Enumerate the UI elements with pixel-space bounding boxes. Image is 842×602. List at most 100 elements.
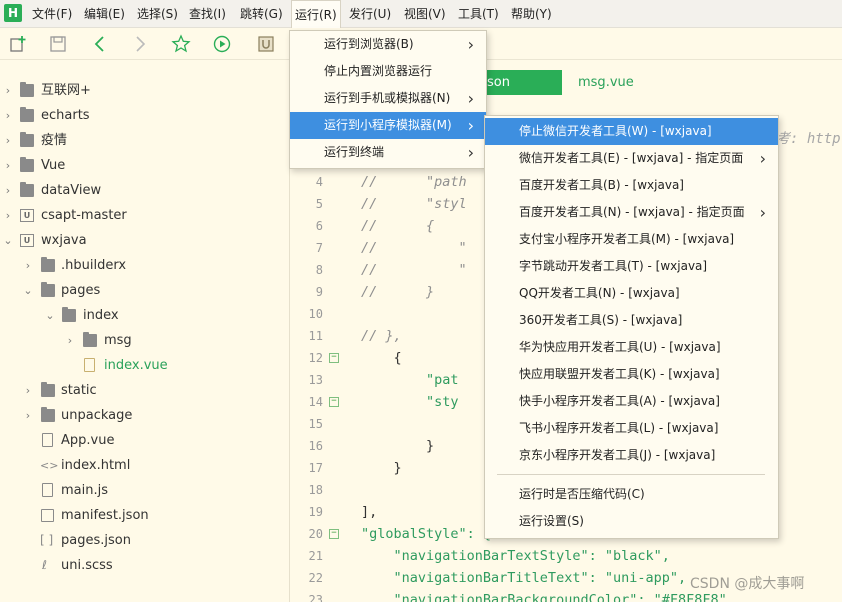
chevron-right-icon[interactable]: › <box>2 128 14 153</box>
chevron-right-icon[interactable]: › <box>2 203 14 228</box>
menu-select[interactable]: 选择(S) <box>137 0 178 28</box>
folder-icon <box>20 82 34 97</box>
back-icon[interactable] <box>90 34 110 54</box>
folder-open-icon <box>41 282 55 297</box>
vue-file-icon <box>42 433 53 447</box>
tree-item-msg[interactable]: › msg <box>0 328 289 353</box>
menu-help[interactable]: 帮助(Y) <box>511 0 552 28</box>
menu-tools[interactable]: 工具(T) <box>458 0 499 28</box>
tree-item-index-html[interactable]: <> index.html <box>0 453 289 478</box>
huawei-quickapp-devtools-item[interactable]: 华为快应用开发者工具(U) - [wxjava] <box>485 334 778 361</box>
tree-item-index-vue[interactable]: index.vue <box>0 353 289 378</box>
menu-edit[interactable]: 编辑(E) <box>84 0 125 28</box>
html-file-icon: <> <box>40 459 59 472</box>
tree-item-vue[interactable]: › Vue <box>0 153 289 178</box>
tree-item-index-folder[interactable]: ⌄ index <box>0 303 289 328</box>
menu-file[interactable]: 文件(F) <box>32 0 72 28</box>
tab-pages-json[interactable]: son <box>487 70 562 95</box>
run-settings-item[interactable]: 运行设置(S) <box>485 508 778 535</box>
bytedance-devtools-item[interactable]: 字节跳动开发者工具(T) - [wxjava] <box>485 253 778 280</box>
tree-item-dataview[interactable]: › dataView <box>0 178 289 203</box>
wechat-devtools-page-item[interactable]: 微信开发者工具(E) - [wxjava] - 指定页面 › <box>485 145 778 172</box>
run-to-phone-item[interactable]: 运行到手机或模拟器(N) › <box>290 85 486 112</box>
quickapp-alliance-devtools-item[interactable]: 快应用联盟开发者工具(K) - [wxjava] <box>485 361 778 388</box>
code-text: "navigationBarTitleText": "uni-app", <box>361 570 687 586</box>
tree-item-uni-scss[interactable]: ℓ uni.scss <box>0 553 289 578</box>
compress-code-item[interactable]: 运行时是否压缩代码(C) <box>485 481 778 508</box>
forward-icon[interactable] <box>130 34 150 54</box>
line-number: 10 <box>308 307 323 321</box>
new-file-icon[interactable] <box>8 34 28 54</box>
line-number: 4 <box>315 175 323 189</box>
stop-builtin-browser-item[interactable]: 停止内置浏览器运行 <box>290 58 486 85</box>
360-devtools-item[interactable]: 360开发者工具(S) - [wxjava] <box>485 307 778 334</box>
chevron-down-icon[interactable]: ⌄ <box>2 228 14 253</box>
chevron-right-icon[interactable]: › <box>2 103 14 128</box>
tree-item-pages-json[interactable]: [ ] pages.json <box>0 528 289 553</box>
code-text: "navigationBarTextStyle": "black", <box>361 548 670 564</box>
fold-toggle-icon[interactable]: − <box>329 353 339 363</box>
chevron-right-icon[interactable]: › <box>2 178 14 203</box>
stop-wechat-devtools-item[interactable]: 停止微信开发者工具(W) - [wxjava] <box>485 118 778 145</box>
folder-icon <box>20 132 34 147</box>
code-text: // " <box>361 262 467 278</box>
menu-run[interactable]: 运行(R) <box>291 0 341 29</box>
code-text: // } <box>361 284 435 300</box>
tree-item-csapt-master[interactable]: › U csapt-master <box>0 203 289 228</box>
menu-view[interactable]: 视图(V) <box>404 0 446 28</box>
uniapp-icon[interactable] <box>256 34 276 54</box>
kuaishou-devtools-item[interactable]: 快手小程序开发者工具(A) - [wxjava] <box>485 388 778 415</box>
fold-toggle-icon[interactable]: − <box>329 397 339 407</box>
code-text: "navigationBarBackgroundColor": "#F8F8F8… <box>361 592 727 602</box>
menu-publish[interactable]: 发行(U) <box>349 0 391 28</box>
code-line[interactable]: 21 "navigationBarTextStyle": "black", <box>291 545 842 567</box>
chevron-right-icon[interactable]: › <box>22 253 34 278</box>
tree-item-pages[interactable]: ⌄ pages <box>0 278 289 303</box>
menu-goto[interactable]: 跳转(G) <box>240 0 283 28</box>
tree-item-app-vue[interactable]: App.vue <box>0 428 289 453</box>
baidu-devtools-page-item[interactable]: 百度开发者工具(N) - [wxjava] - 指定页面 › <box>485 199 778 226</box>
run-to-browser-item[interactable]: 运行到浏览器(B) › <box>290 31 486 58</box>
folder-icon <box>41 407 55 422</box>
alipay-devtools-item[interactable]: 支付宝小程序开发者工具(M) - [wxjava] <box>485 226 778 253</box>
tree-item-manifest-json[interactable]: manifest.json <box>0 503 289 528</box>
chevron-down-icon[interactable]: ⌄ <box>22 278 34 303</box>
chevron-right-icon[interactable]: › <box>22 378 34 403</box>
tree-item-static[interactable]: › static <box>0 378 289 403</box>
app-logo-icon: H <box>4 4 22 22</box>
chevron-right-icon[interactable]: › <box>22 403 34 428</box>
line-number: 14 <box>308 395 323 409</box>
star-icon[interactable] <box>171 34 191 54</box>
line-number: 5 <box>315 197 323 211</box>
feishu-devtools-item[interactable]: 飞书小程序开发者工具(L) - [wxjava] <box>485 415 778 442</box>
run-icon[interactable] <box>212 34 232 54</box>
chevron-down-icon[interactable]: ⌄ <box>44 303 56 328</box>
run-to-terminal-item[interactable]: 运行到终端 › <box>290 139 486 166</box>
menu-find[interactable]: 查找(I) <box>189 0 226 28</box>
tree-item-epidemic[interactable]: › 疫情 <box>0 128 289 153</box>
line-number: 8 <box>315 263 323 277</box>
qq-devtools-item[interactable]: QQ开发者工具(N) - [wxjava] <box>485 280 778 307</box>
tab-msg-vue[interactable]: msg.vue <box>578 70 634 95</box>
vue-file-icon <box>84 358 95 372</box>
tree-item-wxjava[interactable]: ⌄ U wxjava <box>0 228 289 253</box>
code-text: // "styl <box>361 196 467 212</box>
tree-item-internet-plus[interactable]: › 互联网+ <box>0 78 289 103</box>
chevron-right-icon[interactable]: › <box>2 78 14 103</box>
code-text: "sty <box>361 394 459 410</box>
run-to-miniprogram-item[interactable]: 运行到小程序模拟器(M) › <box>290 112 486 139</box>
watermark: CSDN @成大事啊 <box>690 576 805 592</box>
chevron-right-icon[interactable]: › <box>64 328 76 353</box>
fold-toggle-icon[interactable]: − <box>329 529 339 539</box>
tree-item-main-js[interactable]: main.js <box>0 478 289 503</box>
jd-devtools-item[interactable]: 京东小程序开发者工具(J) - [wxjava] <box>485 442 778 469</box>
tree-item-hbuilderx[interactable]: › .hbuilderx <box>0 253 289 278</box>
baidu-devtools-item[interactable]: 百度开发者工具(B) - [wxjava] <box>485 172 778 199</box>
tree-item-unpackage[interactable]: › unpackage <box>0 403 289 428</box>
run-menu-dropdown: 运行到浏览器(B) › 停止内置浏览器运行 运行到手机或模拟器(N) › 运行到… <box>289 30 487 169</box>
chevron-right-icon[interactable]: › <box>2 153 14 178</box>
save-icon[interactable] <box>48 34 68 54</box>
tree-item-echarts[interactable]: › echarts <box>0 103 289 128</box>
line-number: 19 <box>308 505 323 519</box>
chevron-right-icon: › <box>467 35 474 54</box>
